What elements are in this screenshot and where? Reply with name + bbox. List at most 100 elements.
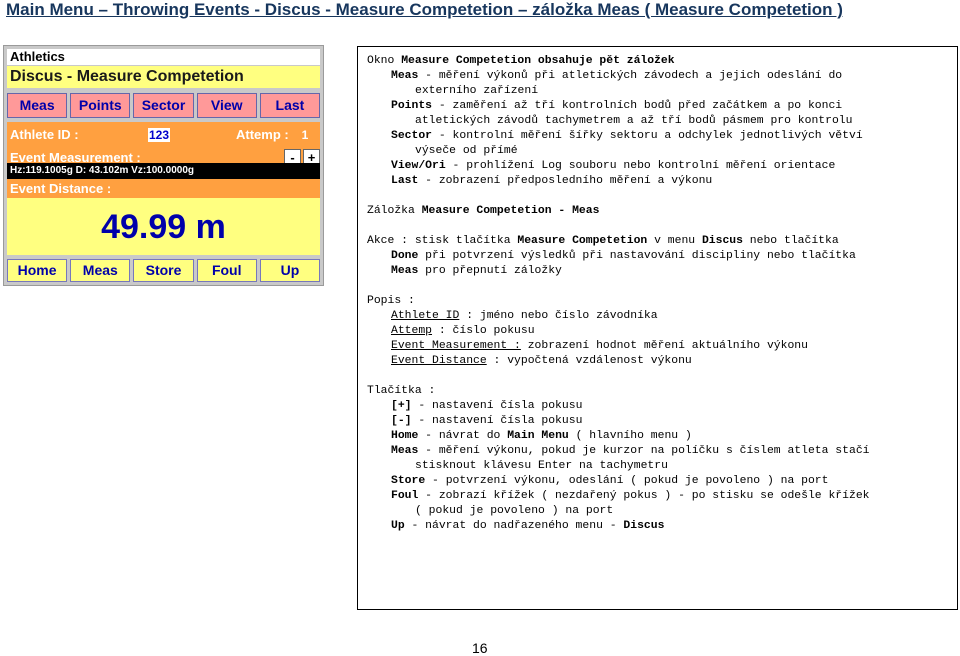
definition: : vypočtená vzdálenost výkonu [486,355,692,367]
bold: Main Menu [507,430,569,442]
event-distance-label: Event Distance : [10,181,112,196]
home-button[interactable]: Home [7,259,68,282]
tab-bar: Meas Points Sector View Last [7,93,321,118]
app-title: Athletics [7,49,320,65]
intro-bold: Measure Competetion obsahuje pět záložek [401,55,675,67]
btn-desc-minus: [-] - nastavení čísla pokusu [391,414,582,429]
tab-desc-points: Points - zaměření až tří kontrolních bod… [391,99,842,114]
bottom-button-bar: Home Meas Store Foul Up [7,259,321,282]
definition: - prohlížení Log souboru nebo kontrolní … [445,160,836,172]
term: Last [391,175,419,187]
btn-desc-plus: [+] - nastavení čísla pokusu [391,399,582,414]
tab-meas[interactable]: Meas [7,93,68,118]
tab-points[interactable]: Points [70,93,131,118]
term: Athlete ID [391,310,460,322]
result-value: 49.99 m [101,208,226,246]
bold: Done [391,250,419,262]
result-panel: 49.99 m [7,198,320,255]
term: Sector [391,130,433,142]
definition: - kontrolní měření šířky sektoru a odchy… [432,130,863,142]
bold: Measure Competetion [517,235,648,247]
term: Attemp [391,325,433,337]
definition: - nastavení čísla pokusu [411,415,583,427]
definition: - zaměření až tří kontrolních bodů před … [432,100,843,112]
intro-line: Okno Measure Competetion obsahuje pět zá… [367,54,675,69]
tab-desc-points-cont: atletických závodů tachymetrem a až tří … [415,115,853,127]
popis-heading: Popis : [367,295,415,307]
athlete-id-field[interactable]: 123 [148,128,170,142]
bold: Discus [701,235,743,247]
text: v menu [647,235,702,247]
term: Event Measurement : [391,340,521,352]
definition: : jméno nebo číslo závodníka [459,310,658,322]
tab-desc-sector: Sector - kontrolní měření šířky sektoru … [391,129,863,144]
tab-last[interactable]: Last [259,93,321,118]
definition: - zobrazení předposledního měření a výko… [418,175,713,187]
heading-text: Záložka [367,205,422,217]
text: nebo tlačítka [742,235,839,247]
term: Home [391,430,419,442]
btn-desc-home: Home - návrat do Main Menu ( hlavního me… [391,429,692,444]
btn-desc-store: Store - potvrzení výkonu, odeslání ( pok… [391,474,828,489]
term: Store [391,475,426,487]
text: Akce : stisk tlačítka [367,235,518,247]
tab-desc-view: View/Ori - prohlížení Log souboru nebo k… [391,159,835,174]
bold: Meas [391,265,419,277]
definition: zobrazení hodnot měření aktuálního výkon… [520,340,808,352]
text: při potvrzení výsledků při nastavování d… [418,250,856,262]
term: Meas [391,445,419,457]
akce-line-2: Done při potvrzení výsledků při nastavov… [391,249,856,264]
definition: - zobrazí křížek ( nezdařený pokus ) - p… [418,490,870,502]
term: Event Distance [391,355,487,367]
description-box: Okno Measure Competetion obsahuje pět zá… [357,46,958,610]
definition: - nastavení čísla pokusu [411,400,583,412]
buttons-heading: Tlačítka : [367,385,436,397]
term: Foul [391,490,419,502]
athlete-id-label: Athlete ID : [10,127,79,142]
intro-text: Okno [367,55,402,67]
akce-line-1: Akce : stisk tlačítka Measure Competetio… [367,234,839,249]
definition: - potvrzení výkonu, odeslání ( pokud je … [425,475,829,487]
btn-desc-foul: Foul - zobrazí křížek ( nezdařený pokus … [391,489,870,504]
screen-title: Discus - Measure Competetion [7,66,320,88]
tab-desc-sector-cont: výseče od přímé [415,145,518,157]
term: Meas [391,70,419,82]
bold: Discus [623,520,665,532]
device-screenshot: Athletics Discus - Measure Competetion M… [3,45,324,286]
meas-button[interactable]: Meas [70,259,131,282]
page-title: Main Menu – Throwing Events - Discus - M… [6,0,843,19]
tab-sector[interactable]: Sector [133,93,194,118]
tab-desc-last: Last - zobrazení předposledního měření a… [391,174,712,189]
definition: - návrat do [418,430,508,442]
term: [+] [391,400,412,412]
foul-button[interactable]: Foul [196,259,257,282]
term: Up [391,520,405,532]
term: Points [391,100,433,112]
tab-view[interactable]: View [196,93,257,118]
event-distance-bar: Event Distance : [7,179,320,198]
heading-bold: Measure Competetion - Meas [421,205,600,217]
tab-desc-meas-cont: externího zařízení [415,85,539,97]
definition: - měření výkonu, pokud je kurzor na polí… [418,445,870,457]
term: [-] [391,415,412,427]
up-button[interactable]: Up [259,259,321,282]
definition: - měření výkonů při atletických závodech… [418,70,843,82]
definition: - návrat do nadřazeného menu - [404,520,624,532]
definition: : číslo pokusu [432,325,535,337]
attempt-field[interactable]: 1 [298,128,312,142]
btn-desc-meas-cont: stisknout klávesu Enter na tachymetru [415,460,668,472]
text: pro přepnutí záložky [418,265,562,277]
popis-event-measurement: Event Measurement : zobrazení hodnot měř… [391,339,808,354]
measurement-readout: Hz:119.1005g D: 43.102m Vz:100.0000g [7,163,320,179]
popis-attemp: Attemp : číslo pokusu [391,324,535,339]
tab-heading: Záložka Measure Competetion - Meas [367,204,599,219]
btn-desc-foul-cont: ( pokud je povoleno ) na port [415,505,614,517]
btn-desc-up: Up - návrat do nadřazeného menu - Discus [391,519,664,534]
term: View/Ori [391,160,446,172]
akce-line-3: Meas pro přepnutí záložky [391,264,562,279]
attempt-label: Attemp : [236,127,289,142]
popis-event-distance: Event Distance : vypočtená vzdálenost vý… [391,354,692,369]
store-button[interactable]: Store [133,259,194,282]
tab-desc-meas: Meas - měření výkonů při atletických záv… [391,69,842,84]
definition: ( hlavního menu ) [568,430,692,442]
